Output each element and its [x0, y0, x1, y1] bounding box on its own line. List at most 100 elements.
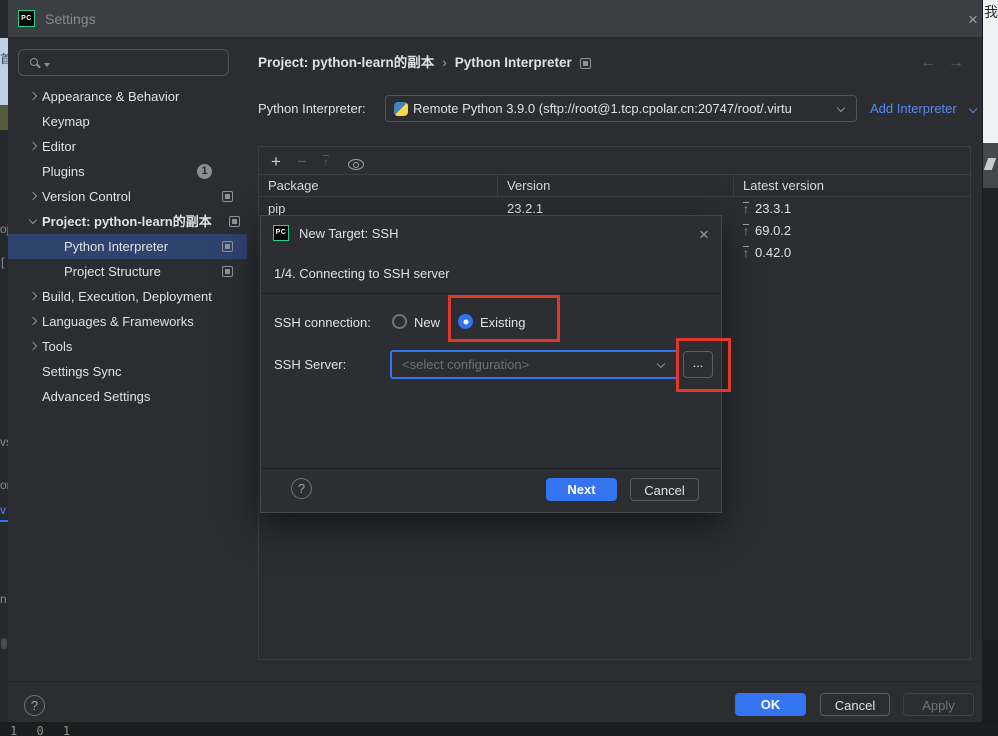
- chevron-right-icon[interactable]: [28, 91, 38, 101]
- ssh-server-placeholder: <select configuration>: [402, 357, 530, 372]
- show-early-releases-icon[interactable]: [348, 159, 364, 170]
- sidebar-item-plugins[interactable]: Plugins 1: [8, 159, 247, 184]
- chevron-right-icon[interactable]: [28, 341, 38, 351]
- sidebar-item-settings-sync[interactable]: Settings Sync: [8, 359, 247, 384]
- latest-version-value: 23.3.1: [755, 201, 792, 216]
- sidebar-item-label: Settings Sync: [42, 364, 122, 379]
- sidebar-item-label: Project Structure: [64, 264, 161, 279]
- sidebar-item-label: Plugins: [42, 164, 85, 179]
- background-fragment: 首: [0, 52, 8, 66]
- add-interpreter-link[interactable]: Add Interpreter: [870, 101, 957, 116]
- chevron-down-icon[interactable]: [28, 215, 38, 225]
- sidebar-item-label: Project: python-learn的副本: [42, 214, 212, 229]
- background-segment: [0, 520, 8, 522]
- sidebar-item-languages-frameworks[interactable]: Languages & Frameworks: [8, 309, 247, 334]
- sidebar-item-label: Keymap: [42, 114, 90, 129]
- sidebar-item-label: Languages & Frameworks: [42, 314, 194, 329]
- ssh-server-select[interactable]: <select configuration>: [390, 350, 678, 379]
- sidebar-item-project-structure[interactable]: Project Structure: [8, 259, 247, 284]
- interpreter-label: Python Interpreter:: [258, 101, 366, 116]
- remove-package-icon[interactable]: −: [297, 152, 307, 172]
- column-header-package[interactable]: Package: [268, 178, 319, 193]
- dialog-help-icon[interactable]: ?: [291, 478, 312, 499]
- new-target-ssh-dialog: PC New Target: SSH × 1/4. Connecting to …: [260, 215, 722, 513]
- upgrade-arrow-icon: ↑: [743, 246, 749, 260]
- sidebar-item-label: Tools: [42, 339, 73, 354]
- breadcrumb-page: Python Interpreter: [454, 55, 572, 70]
- chevron-right-icon[interactable]: [28, 316, 38, 326]
- back-icon[interactable]: ←: [920, 54, 936, 72]
- breadcrumb: Project: python-learn的副本 › Python Interpre…: [258, 54, 572, 72]
- next-button[interactable]: Next: [546, 478, 617, 501]
- background-segment: [0, 38, 8, 105]
- background-segment: [0, 105, 8, 130]
- dialog-close-icon[interactable]: ×: [699, 226, 709, 243]
- ok-button[interactable]: OK: [735, 693, 806, 716]
- apply-button[interactable]: Apply: [903, 693, 974, 716]
- latest-version-value: 69.0.2: [755, 223, 792, 238]
- package-latest: ↑ 69.0.2: [743, 220, 791, 242]
- cancel-button[interactable]: Cancel: [820, 693, 890, 716]
- interpreter-select[interactable]: Remote Python 3.9.0 (sftp://root@1.tcp.c…: [385, 95, 857, 122]
- sidebar-item-python-interpreter[interactable]: Python Interpreter: [8, 234, 247, 259]
- dialog-footer-divider: [261, 468, 721, 469]
- pycharm-logo-icon: PC: [273, 225, 289, 241]
- column-header-version[interactable]: Version: [507, 178, 550, 193]
- background-segment: [1, 638, 7, 649]
- background-fragment: or: [0, 478, 8, 492]
- breadcrumb-project[interactable]: Project: python-learn的副本: [258, 55, 434, 70]
- sidebar-item-label: Appearance & Behavior: [42, 89, 180, 104]
- table-header: Package Version Latest version: [259, 174, 970, 198]
- sidebar-item-label: Editor: [42, 139, 76, 154]
- package-latest: ↑ 23.3.1: [743, 198, 791, 220]
- radio-new-label[interactable]: New: [414, 315, 440, 330]
- sidebar-item-appearance-behavior[interactable]: Appearance & Behavior: [8, 84, 247, 109]
- chevron-down-icon: [836, 103, 846, 113]
- search-icon: [30, 58, 38, 66]
- background-fragment: 我: [984, 4, 998, 20]
- search-options-caret-icon: [44, 63, 50, 67]
- sidebar-item-keymap[interactable]: Keymap: [8, 109, 247, 134]
- search-input[interactable]: [18, 49, 229, 76]
- sidebar-item-tools[interactable]: Tools: [8, 334, 247, 359]
- chevron-down-icon: [968, 104, 978, 114]
- background-fragment: oj: [0, 222, 8, 236]
- chevron-down-icon: [656, 359, 666, 369]
- sidebar-item-build-execution-deployment[interactable]: Build, Execution, Deployment: [8, 284, 247, 309]
- background-fragment: [: [1, 255, 5, 269]
- project-scope-icon: [229, 216, 240, 227]
- sidebar-item-label: Advanced Settings: [42, 389, 151, 404]
- column-divider: [733, 175, 734, 198]
- close-icon[interactable]: ×: [968, 11, 978, 28]
- breadcrumb-separator: ›: [442, 55, 447, 70]
- forward-icon[interactable]: →: [948, 54, 964, 72]
- sidebar-item-editor[interactable]: Editor: [8, 134, 247, 159]
- help-icon[interactable]: ?: [24, 695, 45, 716]
- chevron-right-icon[interactable]: [28, 191, 38, 201]
- radio-new[interactable]: [392, 314, 407, 329]
- background-fragment: v: [0, 503, 6, 517]
- ssh-server-label: SSH Server:: [274, 357, 347, 372]
- sidebar-item-label: Version Control: [42, 189, 131, 204]
- footer-divider: [8, 681, 983, 682]
- chevron-right-icon[interactable]: [28, 141, 38, 151]
- sidebar-item-label: Python Interpreter: [64, 239, 169, 254]
- column-header-latest[interactable]: Latest version: [743, 178, 824, 193]
- background-fragment: vs: [0, 435, 8, 449]
- plugins-count-badge: 1: [197, 164, 212, 179]
- sidebar-item-advanced-settings[interactable]: Advanced Settings: [8, 384, 247, 409]
- column-divider: [497, 175, 498, 198]
- add-package-icon[interactable]: +: [271, 152, 281, 172]
- sidebar-item-version-control[interactable]: Version Control: [8, 184, 247, 209]
- upgrade-package-icon[interactable]: ↑: [323, 155, 329, 169]
- upgrade-arrow-icon: ↑: [743, 224, 749, 238]
- sidebar-item-project[interactable]: Project: python-learn的副本: [8, 209, 247, 234]
- chevron-right-icon[interactable]: [28, 291, 38, 301]
- project-scope-icon: [222, 266, 233, 277]
- project-scope-icon: [222, 191, 233, 202]
- ssh-connection-label: SSH connection:: [274, 315, 371, 330]
- background-left-strip: 首 oj [ vs or v n: [0, 0, 8, 736]
- project-scope-icon: [222, 241, 233, 252]
- dialog-cancel-button[interactable]: Cancel: [630, 478, 699, 501]
- upgrade-arrow-icon: ↑: [743, 202, 749, 216]
